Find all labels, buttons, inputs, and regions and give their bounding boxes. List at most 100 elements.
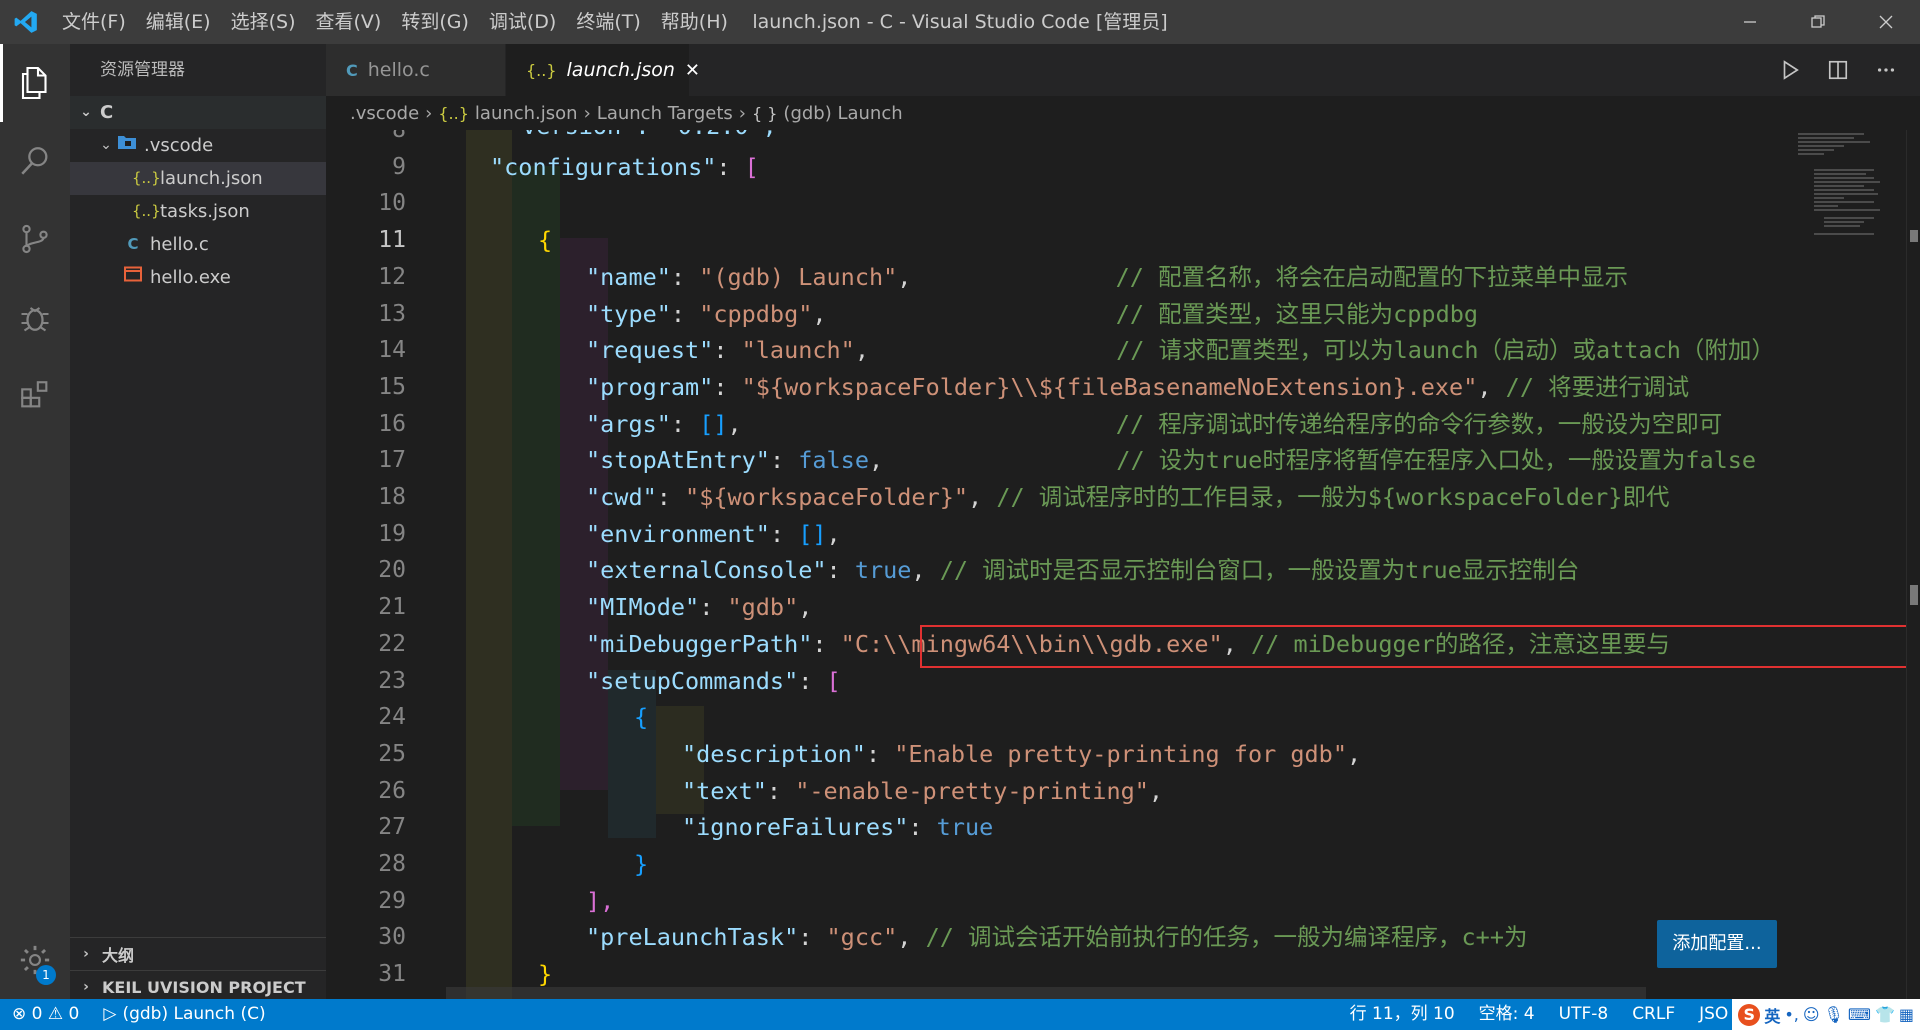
line-ending[interactable]: CRLF xyxy=(1620,999,1687,1030)
file-hello-c[interactable]: C hello.c xyxy=(70,228,326,261)
code-token: , xyxy=(968,483,983,511)
line-number: 25 xyxy=(378,740,406,767)
tab-hello-c[interactable]: C hello.c xyxy=(326,44,506,96)
problems-indicator[interactable]: ⊗ 0 ⚠ 0 xyxy=(0,999,91,1030)
code-token: } xyxy=(538,960,553,989)
code-line: "description": "Enable pretty-printing f… xyxy=(682,736,1361,772)
restore-button[interactable] xyxy=(1784,0,1852,44)
minimize-button[interactable] xyxy=(1716,0,1784,44)
json-key: "configurations" xyxy=(490,152,717,181)
menu-help[interactable]: 帮助(H) xyxy=(651,0,738,44)
menu-selection[interactable]: 选择(S) xyxy=(221,0,306,44)
code-editor[interactable]: 8 9 10 11 12 13 14 15 16 17 18 19 20 21 22 23 24 25 26 27 28… xyxy=(326,130,1920,999)
code-line: "environment": [], xyxy=(586,516,841,552)
object-icon: { } xyxy=(751,103,778,123)
ime-toolbar[interactable]: S 英 •, ☺ 🎙 ⌨ 👕 ▦ xyxy=(1732,999,1920,1030)
code-area[interactable]: "version": "0.2.0", "configurations": [{"… xyxy=(446,130,1826,999)
horizontal-scrollbar[interactable] xyxy=(446,987,1646,999)
search-icon[interactable] xyxy=(0,122,70,200)
tab-launch-json[interactable]: {..} launch.json ✕ xyxy=(506,44,700,96)
menu-terminal[interactable]: 终端(T) xyxy=(566,0,650,44)
file-label: hello.exe xyxy=(150,267,231,288)
extensions-icon[interactable] xyxy=(0,356,70,434)
file-tasks-json[interactable]: {..} tasks.json xyxy=(70,195,326,228)
line-number: 23 xyxy=(378,667,406,694)
settings-gear-icon[interactable]: 1 xyxy=(0,927,70,993)
code-line: "ignoreFailures": true xyxy=(682,809,993,845)
json-key: "ignoreFailures" xyxy=(682,813,909,842)
keil-label: KEIL UVISION PROJECT xyxy=(102,977,306,997)
split-editor-button[interactable] xyxy=(1814,50,1862,90)
menu-edit[interactable]: 编辑(E) xyxy=(136,0,221,44)
code-comment: // 调试会话开始前执行的任务，一般为编译程序，c++为 xyxy=(925,923,1528,952)
line-number: 21 xyxy=(378,594,406,621)
code-line: "externalConsole": true, // 调试时是否显示控制台窗口… xyxy=(586,552,1579,588)
code-token: } xyxy=(634,850,649,878)
root-folder[interactable]: ⌄ C xyxy=(70,96,326,129)
cursor-position[interactable]: 行 11，列 10 xyxy=(1338,999,1467,1030)
code-token: : xyxy=(812,629,841,658)
code-line: "args": [], // 程序调试时传递给程序的命令行参数，一般设为空即可 xyxy=(586,406,1722,442)
menu-file[interactable]: 文件(F) xyxy=(52,0,136,44)
json-value: "-enable-pretty-printing" xyxy=(795,776,1149,805)
c-file-icon: C xyxy=(127,235,139,253)
restore-icon xyxy=(1811,15,1825,28)
breadcrumb-item[interactable]: Launch Targets xyxy=(597,103,733,124)
debug-icon[interactable] xyxy=(0,278,70,356)
more-actions-button[interactable] xyxy=(1862,50,1910,90)
code-token: : xyxy=(716,152,745,181)
tab-label: launch.json xyxy=(566,59,675,81)
line-number: 17 xyxy=(378,447,406,474)
encoding[interactable]: UTF-8 xyxy=(1547,999,1621,1030)
warning-icon: ⚠ xyxy=(47,1004,64,1024)
json-value: "${workspaceFolder}\\${fileBasenameNoExt… xyxy=(741,372,1478,401)
menu-view[interactable]: 查看(V) xyxy=(306,0,392,44)
indent-guide xyxy=(512,166,560,826)
explorer-icon[interactable] xyxy=(0,44,70,122)
debug-launch-item[interactable]: ▷ (gdb) Launch (C) xyxy=(91,999,277,1030)
outline-section[interactable]: › 大纲 xyxy=(70,937,326,970)
breadcrumb-item[interactable]: launch.json xyxy=(475,103,578,124)
folder-vscode[interactable]: ⌄ .vscode xyxy=(70,129,326,162)
file-label: hello.c xyxy=(150,234,209,255)
code-comment: // 调试时是否显示控制台窗口，一般设置为true显示控制台 xyxy=(939,556,1580,585)
breadcrumb-item[interactable]: .vscode xyxy=(350,103,419,124)
json-value: [] xyxy=(798,519,827,548)
minimap[interactable] xyxy=(1794,130,1884,250)
menu-go[interactable]: 转到(G) xyxy=(391,0,479,44)
code-line: "cwd": "${workspaceFolder}", // 调试程序时的工作… xyxy=(586,479,1669,515)
run-button[interactable] xyxy=(1766,50,1814,90)
language-mode[interactable]: JSO xyxy=(1687,999,1732,1030)
scrollbar-marker xyxy=(1910,230,1918,242)
code-token: , xyxy=(1477,372,1492,401)
file-launch-json[interactable]: {..} launch.json xyxy=(70,162,326,195)
tab-close-icon[interactable]: ✕ xyxy=(685,60,700,81)
file-hello-exe[interactable]: hello.exe xyxy=(70,261,326,294)
vertical-scrollbar[interactable] xyxy=(1906,130,1920,999)
json-key: "miDebuggerPath" xyxy=(586,629,813,658)
code-comment: // 设为true时程序将暂停在程序入口处，一般设置为false xyxy=(1116,446,1757,475)
code-token: , xyxy=(1346,739,1362,768)
code-line: "version": "0.2.0", xyxy=(508,130,777,144)
json-key: "request" xyxy=(586,336,714,365)
menu-debug[interactable]: 调试(D) xyxy=(479,0,566,44)
keyboard-icon: ⌨ xyxy=(1847,1005,1871,1024)
json-value: "gdb" xyxy=(727,593,799,622)
indentation[interactable]: 空格: 4 xyxy=(1467,999,1547,1030)
code-token: , xyxy=(897,923,912,952)
chevron-right-icon: › xyxy=(738,102,746,124)
breadcrumb-item[interactable]: (gdb) Launch xyxy=(783,103,902,124)
indent-guide xyxy=(466,130,512,999)
menu-bar: 文件(F) 编辑(E) 选择(S) 查看(V) 转到(G) 调试(D) 终端(T… xyxy=(52,0,738,44)
code-token: : xyxy=(713,336,742,365)
close-button[interactable] xyxy=(1852,0,1920,44)
add-configuration-button[interactable]: 添加配置... xyxy=(1657,920,1777,968)
error-icon: ⊗ xyxy=(12,1004,27,1024)
code-token: , xyxy=(868,446,884,475)
file-label: tasks.json xyxy=(160,201,250,222)
code-token: , xyxy=(798,593,813,622)
source-control-icon[interactable] xyxy=(0,200,70,278)
sidebar-title: 资源管理器 xyxy=(100,60,185,80)
